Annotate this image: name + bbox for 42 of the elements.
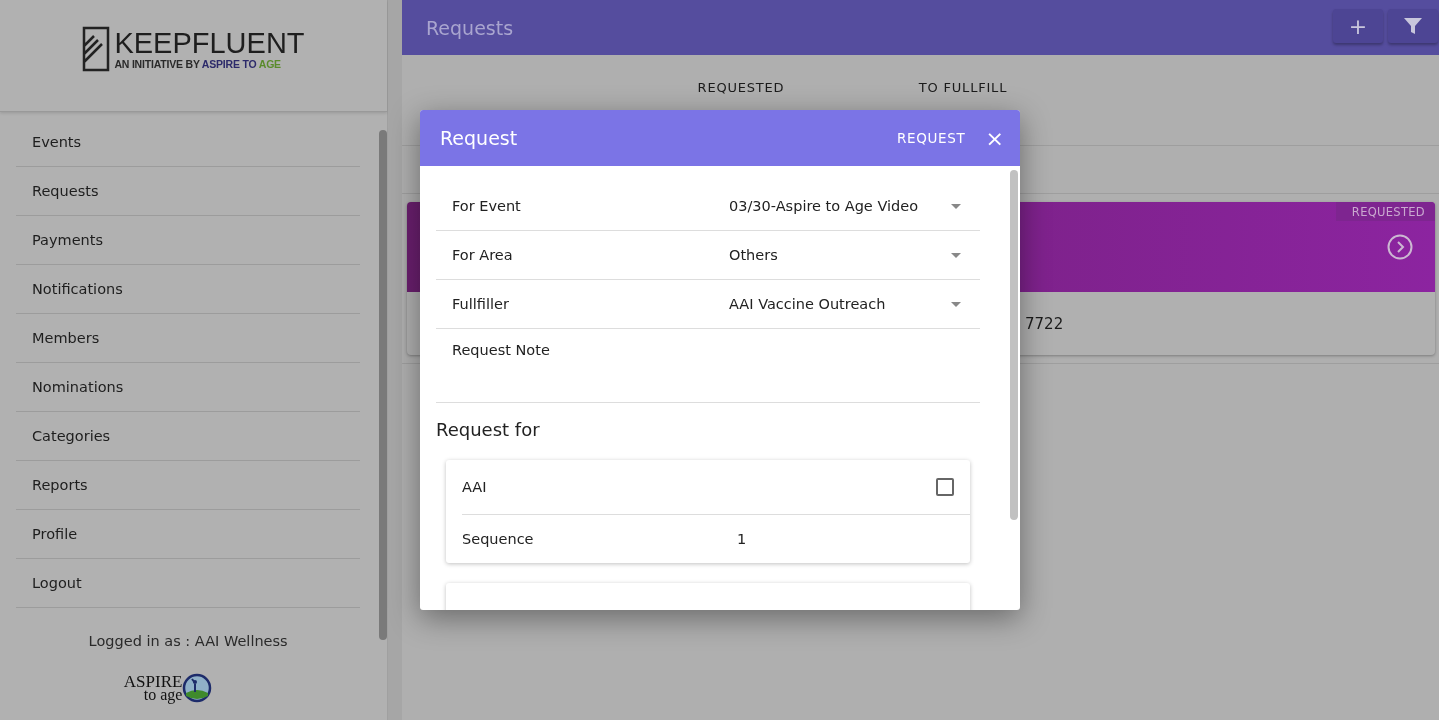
logo-subtitle: AN INITIATIVE BY ASPIRE TO AGE [114, 57, 282, 70]
chevron-right-icon[interactable] [1387, 234, 1413, 260]
sidebar-item[interactable]: Reports [16, 461, 361, 510]
field-label: For Area [452, 247, 514, 263]
select-field[interactable]: Others [729, 247, 980, 263]
logged-in-text: Logged in as : AAI Wellness [87, 633, 289, 649]
card-text: 7722 [1025, 314, 1064, 333]
logo-title: KEEPFLUENT [114, 27, 305, 58]
dropdown-caret-icon [951, 301, 961, 307]
filter-icon [1403, 16, 1423, 36]
sidebar-item[interactable]: Events [16, 118, 361, 167]
request-button[interactable]: REQUEST [890, 126, 972, 150]
dropdown-caret-icon [951, 203, 961, 209]
dialog-title: Request [440, 127, 519, 149]
field-label: Request Note [452, 341, 551, 358]
dropdown-caret-icon [951, 252, 961, 258]
field-label: Fullfiller [452, 296, 510, 312]
scrollbar[interactable] [379, 130, 387, 640]
sequence-label: Sequence [462, 531, 535, 547]
field-label: For Event [452, 198, 522, 214]
sidebar-item[interactable]: Notifications [16, 265, 361, 314]
sidebar-item[interactable]: Profile [16, 510, 361, 559]
select-field[interactable]: AAI Vaccine Outreach [729, 296, 980, 312]
logo-icon [82, 25, 111, 72]
filter-button[interactable] [1388, 9, 1438, 43]
scrollbar[interactable] [1010, 170, 1018, 520]
add-button[interactable]: + [1333, 9, 1383, 43]
page-title: Requests [426, 16, 514, 39]
sidebar-item[interactable]: Categories [16, 412, 361, 461]
status-badge: REQUESTED [1335, 202, 1435, 221]
item-name: AAI [462, 479, 487, 495]
select-field[interactable]: 03/30-Aspire to Age Video [729, 198, 980, 214]
sidebar-item[interactable]: Logout [16, 559, 361, 608]
footer-logo: ASPIRE to age [123, 673, 213, 703]
section-title: Request for [436, 418, 541, 442]
checkbox[interactable] [936, 478, 954, 496]
sidebar-item[interactable]: Payments [16, 216, 361, 265]
sidebar-item[interactable]: Members [16, 314, 361, 363]
sequence-value: 1 [737, 531, 747, 547]
close-button[interactable]: × [981, 125, 1008, 151]
sidebar-item[interactable]: Requests [16, 167, 361, 216]
sidebar-item[interactable]: Nominations [16, 363, 361, 412]
